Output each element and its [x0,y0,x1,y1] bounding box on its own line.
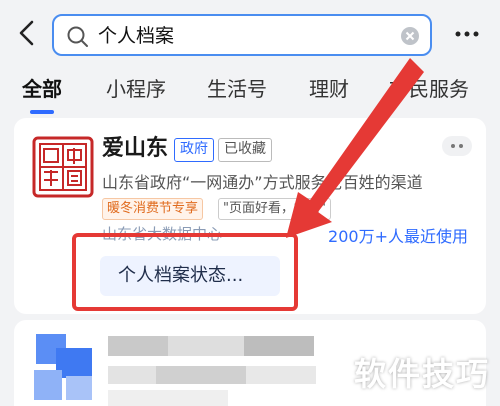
promo-tag: 暖冬消费节专享 [102,198,204,220]
app-name[interactable]: 爱山东 [102,134,168,164]
tab-life-accounts[interactable]: 生活号 [207,76,267,102]
tab-citizen-services[interactable]: 市民服务 [389,76,469,102]
card-more-icon[interactable] [442,136,472,156]
more-options-icon[interactable] [452,24,482,44]
search-input[interactable]: 个人档案 [98,23,174,49]
highlight-box [72,233,298,311]
app-logo [32,136,94,198]
back-arrow-icon[interactable] [14,18,40,48]
search-bar[interactable]: 个人档案 [52,14,432,56]
clear-icon[interactable] [400,26,420,46]
tab-finance[interactable]: 理财 [309,76,349,102]
search-icon [67,26,88,47]
tab-mini-programs[interactable]: 小程序 [106,76,166,102]
active-tab-indicator [30,110,54,114]
tab-all[interactable]: 全部 [22,76,62,102]
usage-count: 200万+人最近使用 [328,227,468,246]
top-bar: 个人档案 [0,0,500,66]
review-tag: "页面好看，好用" [218,198,331,220]
favorited-badge: 已收藏 [218,138,272,162]
app-description: 山东省政府“一网通办”方式服务老百姓的渠道 [102,173,423,192]
government-badge: 政府 [174,138,214,162]
category-tabs: 全部 小程序 生活号 理财 市民服务 [0,66,500,114]
watermark-text: 软件技巧 [353,355,490,393]
